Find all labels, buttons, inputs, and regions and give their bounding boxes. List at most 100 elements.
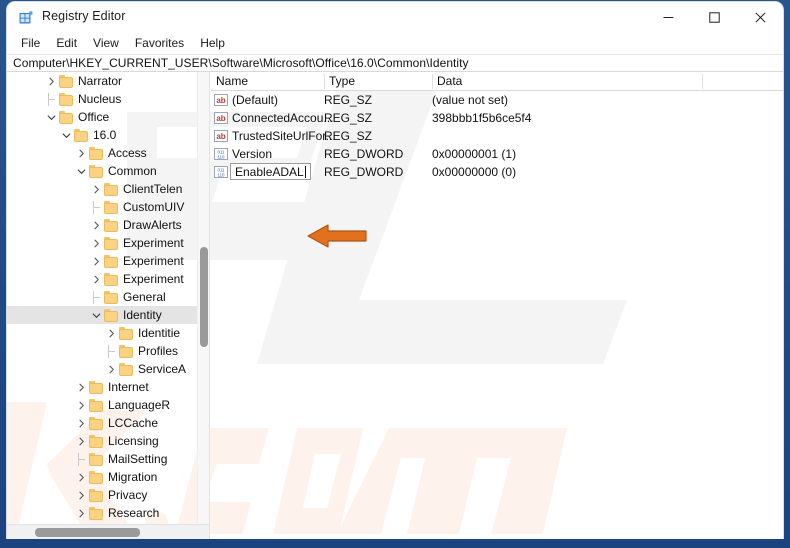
- tree-item[interactable]: Office: [7, 108, 197, 126]
- chevron-right-icon[interactable]: [75, 486, 88, 504]
- chevron-down-icon[interactable]: [75, 162, 88, 180]
- tree-item[interactable]: General: [7, 288, 197, 306]
- tree-item[interactable]: Common: [7, 162, 197, 180]
- column-divider-data-end[interactable]: [702, 74, 703, 89]
- tree-horizontal-scrollbar[interactable]: [7, 524, 209, 539]
- tree-vertical-scrollbar[interactable]: [197, 72, 209, 524]
- chevron-down-icon[interactable]: [90, 306, 103, 324]
- tree-horizontal-scroll-thumb[interactable]: [35, 528, 140, 537]
- tree-item-label: MailSetting: [108, 451, 168, 466]
- values-column-header: Name Type Data: [211, 72, 783, 91]
- tree-item[interactable]: Profiles: [7, 342, 197, 360]
- string-value-icon: ab: [214, 129, 228, 143]
- tree-item[interactable]: Identitie: [7, 324, 197, 342]
- tree-leaf-connector: [90, 198, 103, 216]
- chevron-right-icon[interactable]: [90, 180, 103, 198]
- folder-icon: [58, 110, 74, 124]
- column-header-type[interactable]: Type: [324, 72, 432, 90]
- maximize-button[interactable]: [691, 2, 737, 33]
- chevron-right-icon[interactable]: [105, 360, 118, 378]
- tree-item[interactable]: DrawAlerts: [7, 216, 197, 234]
- value-data: 0x00000001 (1): [432, 147, 517, 161]
- chevron-right-icon[interactable]: [75, 396, 88, 414]
- tree-item[interactable]: LanguageR: [7, 396, 197, 414]
- tree-item-label: Access: [108, 145, 147, 160]
- chevron-right-icon[interactable]: [75, 144, 88, 162]
- chevron-right-icon[interactable]: [75, 414, 88, 432]
- folder-icon: [103, 236, 119, 250]
- folder-icon: [118, 362, 134, 376]
- tree-item[interactable]: ServiceA: [7, 360, 197, 378]
- tree-item-label: Identity: [123, 307, 162, 322]
- chevron-right-icon[interactable]: [75, 468, 88, 486]
- menu-item-edit[interactable]: Edit: [48, 35, 85, 53]
- tree-item[interactable]: Identity: [7, 306, 197, 324]
- close-button[interactable]: [737, 2, 783, 33]
- tree-item[interactable]: Narrator: [7, 72, 197, 90]
- folder-icon: [88, 506, 104, 520]
- value-data: 398bbb1f5b6ce5f4: [432, 111, 532, 125]
- tree-item-label: Experiment: [123, 253, 184, 268]
- folder-icon: [103, 254, 119, 268]
- dword-value-icon: 011 110: [214, 147, 228, 161]
- tree-item[interactable]: Experiment: [7, 234, 197, 252]
- svg-text:ab: ab: [216, 96, 225, 105]
- tree-item[interactable]: Privacy: [7, 486, 197, 504]
- svg-text:110: 110: [218, 154, 226, 159]
- chevron-right-icon[interactable]: [90, 234, 103, 252]
- value-row[interactable]: 011 110 EnableADAL REG_DWORD 0x00000000 (0): [211, 163, 783, 181]
- tree-item[interactable]: LCCache: [7, 414, 197, 432]
- menu-item-help[interactable]: Help: [192, 35, 233, 53]
- tree-item[interactable]: Experiment: [7, 270, 197, 288]
- tree-vertical-scroll-thumb[interactable]: [200, 247, 208, 347]
- minimize-button[interactable]: [645, 2, 691, 33]
- chevron-right-icon[interactable]: [75, 432, 88, 450]
- registry-path: Computer\HKEY_CURRENT_USER\Software\Micr…: [13, 56, 469, 70]
- registry-tree-pane[interactable]: Narrator Nucleus Office 16.0 Access Common Cli…: [7, 72, 210, 541]
- tree-item[interactable]: Research: [7, 504, 197, 522]
- chevron-right-icon[interactable]: [45, 72, 58, 90]
- registry-values-pane[interactable]: Name Type Data ab (Default) REG_SZ (value n…: [211, 72, 783, 541]
- tree-item[interactable]: Migration: [7, 468, 197, 486]
- chevron-right-icon[interactable]: [75, 378, 88, 396]
- menu-item-favorites[interactable]: Favorites: [127, 35, 192, 53]
- folder-icon: [58, 92, 74, 106]
- tree-item[interactable]: ClientTelen: [7, 180, 197, 198]
- dword-value-icon: 011 110: [214, 165, 228, 179]
- chevron-right-icon[interactable]: [105, 324, 118, 342]
- tree-item[interactable]: Nucleus: [7, 90, 197, 108]
- tree-item[interactable]: 16.0: [7, 126, 197, 144]
- chevron-right-icon[interactable]: [90, 252, 103, 270]
- folder-icon: [88, 416, 104, 430]
- tree-item[interactable]: MailSetting: [7, 450, 197, 468]
- folder-icon: [88, 164, 104, 178]
- value-row[interactable]: ab ConnectedAccou... REG_SZ 398bbb1f5b6ce5f…: [211, 109, 783, 127]
- menu-item-view[interactable]: View: [85, 35, 127, 53]
- folder-icon: [88, 398, 104, 412]
- column-header-name[interactable]: Name: [211, 72, 324, 90]
- value-row[interactable]: ab (Default) REG_SZ (value not set): [211, 91, 783, 109]
- chevron-right-icon[interactable]: [90, 270, 103, 288]
- tree-item[interactable]: Access: [7, 144, 197, 162]
- folder-icon: [88, 452, 104, 466]
- tree-item-label: Internet: [108, 379, 149, 394]
- tree-item[interactable]: Internet: [7, 378, 197, 396]
- folder-icon: [103, 218, 119, 232]
- address-bar[interactable]: Computer\HKEY_CURRENT_USER\Software\Micr…: [7, 54, 783, 72]
- tree-item[interactable]: CustomUIV: [7, 198, 197, 216]
- tree-item[interactable]: Experiment: [7, 252, 197, 270]
- value-row[interactable]: 011 110 Version REG_DWORD 0x00000001 (1): [211, 145, 783, 163]
- chevron-right-icon[interactable]: [75, 504, 88, 522]
- value-row[interactable]: ab TrustedSiteUrlFor... REG_SZ: [211, 127, 783, 145]
- menu-item-file[interactable]: File: [13, 35, 48, 53]
- tree-item[interactable]: Licensing: [7, 432, 197, 450]
- folder-icon: [88, 470, 104, 484]
- chevron-down-icon[interactable]: [60, 126, 73, 144]
- rename-value-input[interactable]: EnableADAL: [230, 163, 311, 180]
- tree-item-label: General: [123, 289, 166, 304]
- chevron-right-icon[interactable]: [90, 216, 103, 234]
- folder-icon: [88, 380, 104, 394]
- value-name: Version: [232, 147, 273, 161]
- column-header-data[interactable]: Data: [432, 72, 702, 90]
- chevron-down-icon[interactable]: [45, 108, 58, 126]
